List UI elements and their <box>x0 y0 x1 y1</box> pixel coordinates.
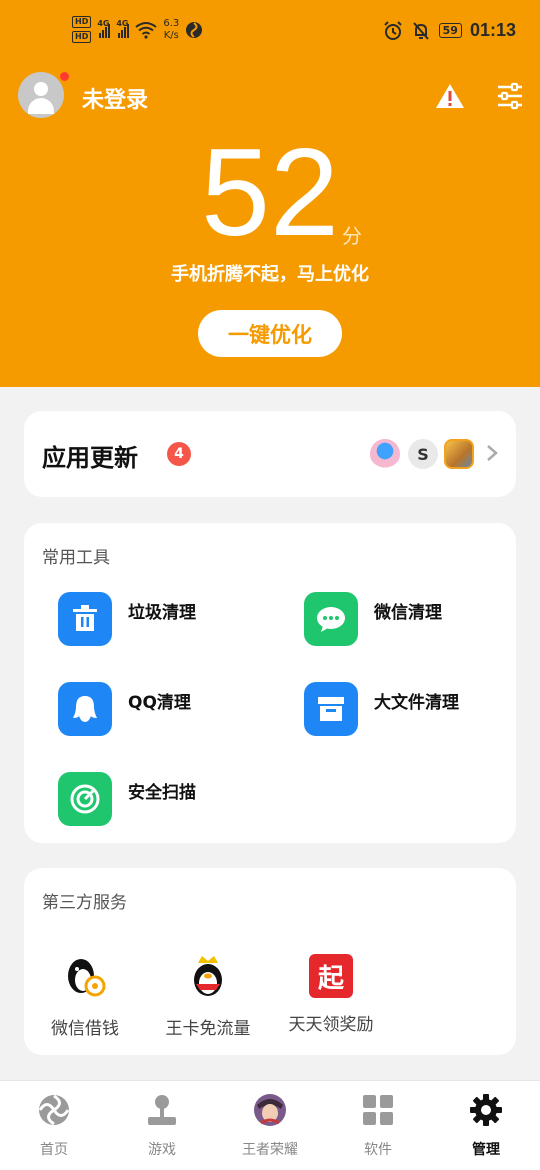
app-notification-icon <box>186 21 203 38</box>
alarm-icon <box>383 20 402 40</box>
tools-section-title: 常用工具 <box>42 548 110 568</box>
battery-indicator: 59 <box>438 23 462 38</box>
status-left: HD HD 4G 4G 6.3 K/s <box>72 16 203 43</box>
service-wechat-loan[interactable]: 微信借钱 <box>30 954 140 1039</box>
king-penguin-icon <box>194 956 222 996</box>
nav-label: 王者荣耀 <box>242 1142 298 1158</box>
score-message: 手机折腾不起，马上优化 <box>171 264 369 285</box>
tool-qq-clean[interactable]: QQ清理 <box>58 682 191 736</box>
network-speed: 6.3 K/s <box>163 18 179 42</box>
login-status[interactable]: 未登录 <box>82 82 148 114</box>
tool-label: 垃圾清理 <box>128 603 196 623</box>
status-right: 59 01:13 <box>383 20 516 41</box>
tool-junk-clean[interactable]: 垃圾清理 <box>58 592 196 646</box>
settings-sliders-icon[interactable] <box>496 82 524 110</box>
header: HD HD 4G 4G 6.3 K/s 59 01:13 未登录 52 分 手机… <box>0 0 540 387</box>
tool-wechat-clean[interactable]: 微信清理 <box>304 592 442 646</box>
score-value: 52 <box>201 124 339 262</box>
app-update-title: 应用更新 <box>42 444 138 472</box>
radar-scan-icon <box>58 772 112 826</box>
tool-large-file-clean[interactable]: 大文件清理 <box>304 682 459 736</box>
signal-icon: 4G <box>116 18 130 38</box>
wifi-icon <box>135 21 157 39</box>
network-type: 4G <box>116 18 129 28</box>
service-label: 天天领奖励 <box>288 1015 374 1035</box>
nav-label: 软件 <box>364 1142 392 1158</box>
game-app-icon <box>444 439 474 469</box>
qq-penguin-icon <box>58 682 112 736</box>
notification-dot <box>60 72 69 81</box>
services-section-title: 第三方服务 <box>42 893 127 913</box>
tool-security-scan[interactable]: 安全扫描 <box>58 772 196 826</box>
app-update-card[interactable]: 应用更新 4 S <box>24 411 516 497</box>
common-tools-card: 常用工具 垃圾清理 微信清理 QQ清理 大文件清理 安全扫描 <box>24 523 516 843</box>
network-speed-value: 6.3 <box>163 17 180 29</box>
nav-item-honor-of-kings[interactable]: 王者荣耀 <box>216 1081 324 1170</box>
network-speed-unit: K/s <box>163 29 179 41</box>
hd-badge: HD <box>72 31 92 43</box>
tool-label: QQ清理 <box>128 693 191 713</box>
service-king-card[interactable]: 王卡免流量 <box>153 954 263 1039</box>
translate-app-icon <box>370 439 400 469</box>
service-daily-reward[interactable]: 起 天天领奖励 <box>276 954 386 1035</box>
chevron-right-icon <box>487 445 498 461</box>
nav-item-games[interactable]: 游戏 <box>108 1081 216 1170</box>
archive-box-icon <box>304 682 358 736</box>
nav-label: 首页 <box>40 1142 68 1158</box>
nav-item-software[interactable]: 软件 <box>324 1081 432 1170</box>
third-party-services-card: 第三方服务 微信借钱 王卡免流量 起 天天领奖励 <box>24 868 516 1055</box>
warning-icon[interactable] <box>435 82 465 110</box>
tool-label: 微信清理 <box>374 603 442 623</box>
tool-label: 大文件清理 <box>374 693 459 713</box>
hd-badge: HD <box>72 16 92 28</box>
gear-icon <box>470 1094 502 1126</box>
home-orbit-icon <box>38 1094 70 1126</box>
optimize-button[interactable]: 一键优化 <box>198 310 342 357</box>
grid-apps-icon <box>363 1095 393 1125</box>
nav-label: 游戏 <box>148 1142 176 1158</box>
signal-icon: 4G <box>97 18 111 38</box>
mute-bell-icon <box>412 21 429 40</box>
trash-icon <box>58 592 112 646</box>
qi-red-icon: 起 <box>309 954 353 998</box>
nav-item-home[interactable]: 首页 <box>0 1081 108 1170</box>
nav-item-manage[interactable]: 管理 <box>432 1081 540 1170</box>
score-unit: 分 <box>342 224 362 248</box>
penguin-coin-icon <box>68 959 106 997</box>
wechat-icon <box>304 592 358 646</box>
nav-label: 管理 <box>472 1142 500 1158</box>
tool-label: 安全扫描 <box>128 783 196 803</box>
clock: 01:13 <box>469 20 516 40</box>
s-app-icon: S <box>408 439 438 469</box>
avatar[interactable] <box>18 72 64 118</box>
status-bar: HD HD 4G 4G 6.3 K/s 59 01:13 <box>0 0 540 66</box>
service-label: 微信借钱 <box>51 1019 119 1039</box>
service-label: 王卡免流量 <box>165 1019 251 1039</box>
network-type: 4G <box>97 18 110 28</box>
bottom-nav: 首页 游戏 王者荣耀 软件 管理 <box>0 1080 540 1170</box>
game-avatar-icon <box>254 1094 286 1126</box>
joystick-icon <box>148 1095 176 1125</box>
hd-badges: HD HD <box>72 16 92 43</box>
update-count-badge: 4 <box>167 442 191 466</box>
